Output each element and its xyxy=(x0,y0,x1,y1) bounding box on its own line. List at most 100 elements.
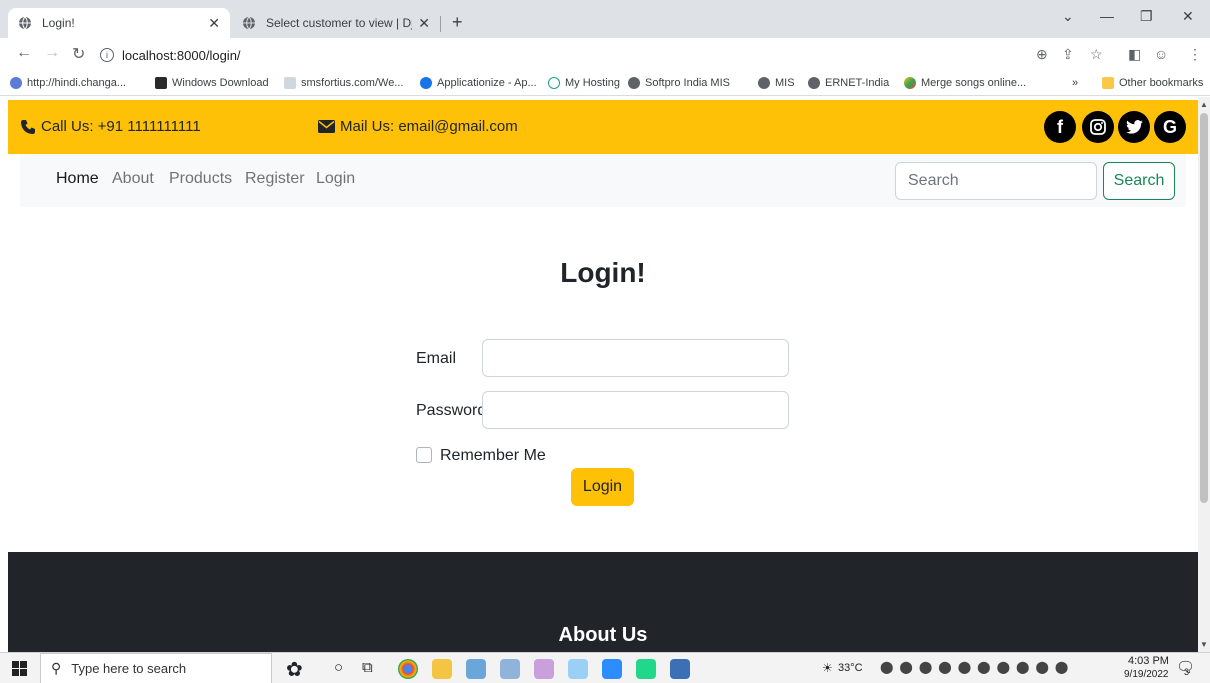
bookmark-item[interactable]: ERNET-India xyxy=(808,77,889,89)
search-button[interactable]: Search xyxy=(1103,162,1175,200)
tab-select-customer[interactable]: Select customer to view | Django ✕ xyxy=(232,8,440,38)
search-input[interactable] xyxy=(895,162,1097,200)
forward-icon[interactable]: → xyxy=(44,44,60,62)
google-icon[interactable]: G xyxy=(1154,111,1186,143)
nav-home[interactable]: Home xyxy=(56,170,99,188)
restore-icon[interactable]: ❐ xyxy=(1140,8,1153,25)
other-bookmarks[interactable]: Other bookmarks xyxy=(1102,77,1203,89)
globe-icon xyxy=(243,16,255,30)
footer: About Us xyxy=(8,552,1198,652)
login-submit-button[interactable]: Login xyxy=(571,468,634,506)
bookmarks-bar: http://hindi.changa... Windows Download … xyxy=(0,72,1210,96)
bookmark-item[interactable]: Applicationize - Ap... xyxy=(420,77,537,89)
password-label: Password xyxy=(416,402,487,419)
close-tab-icon[interactable]: ✕ xyxy=(418,15,430,32)
file-explorer-icon[interactable] xyxy=(432,659,452,679)
side-panel-icon[interactable]: ◧ xyxy=(1128,46,1141,63)
zoom-app-icon[interactable] xyxy=(602,659,622,679)
tab-login[interactable]: Login! ✕ xyxy=(8,8,230,38)
remember-me-checkbox[interactable] xyxy=(416,447,432,463)
scroll-thumb[interactable] xyxy=(1200,113,1208,503)
app-icon[interactable] xyxy=(500,659,520,679)
bookmark-item[interactable]: Windows Download xyxy=(155,77,269,89)
bookmark-favicon-icon xyxy=(904,77,916,89)
globe-icon xyxy=(628,77,640,89)
clock-time[interactable]: 4:03 PM xyxy=(1128,655,1169,667)
app-icon[interactable] xyxy=(466,659,486,679)
tab-separator xyxy=(440,16,441,32)
instagram-glyph xyxy=(1090,119,1106,135)
windows-start-icon[interactable] xyxy=(12,661,27,676)
main-navbar: Home About Products Register Login Searc… xyxy=(20,154,1186,207)
menu-kebab-icon[interactable]: ⋮ xyxy=(1188,46,1202,63)
contact-topbar: Call Us: +91 1111111111 Mail Us: email@g… xyxy=(8,100,1198,154)
browser-toolbar: ← → ↻ i localhost:8000/login/ ⊕ ⇪ ☆ ◧ ☺ … xyxy=(0,38,1210,72)
taskbar-search-input[interactable]: ⚲ Type here to search xyxy=(40,653,272,683)
app-icon[interactable] xyxy=(670,659,690,679)
page-scrollbar[interactable]: ▲ ▼ xyxy=(1198,97,1210,652)
scroll-down-icon[interactable]: ▼ xyxy=(1200,640,1208,649)
paint-icon[interactable] xyxy=(534,659,554,679)
chrome-app-icon[interactable] xyxy=(398,659,418,679)
bookmark-favicon-icon xyxy=(548,77,560,89)
bookmark-item[interactable]: Softpro India MIS xyxy=(628,77,730,89)
site-info-icon[interactable]: i xyxy=(100,48,114,62)
task-view-icon[interactable]: ⧉ xyxy=(362,659,373,676)
search-icon: ⚲ xyxy=(51,660,62,676)
close-tab-icon[interactable]: ✕ xyxy=(208,15,220,32)
weather-icon[interactable]: ☀ xyxy=(822,661,833,675)
profile-avatar-icon[interactable]: ☺ xyxy=(1154,46,1168,62)
folder-icon xyxy=(1102,77,1114,89)
reload-icon[interactable]: ↻ xyxy=(72,44,85,64)
minimize-icon[interactable]: — xyxy=(1100,8,1114,24)
twitter-icon[interactable] xyxy=(1118,111,1150,143)
scroll-up-icon[interactable]: ▲ xyxy=(1200,100,1208,109)
share-icon[interactable]: ⇪ xyxy=(1062,46,1074,63)
globe-icon xyxy=(808,77,820,89)
window-close-icon[interactable]: ✕ xyxy=(1182,8,1194,25)
clock-date[interactable]: 9/19/2022 xyxy=(1124,669,1169,680)
bookmark-item[interactable]: http://hindi.changa... xyxy=(10,77,126,89)
bookmarks-overflow-icon[interactable]: » xyxy=(1072,77,1078,89)
bookmark-item[interactable]: My Hosting xyxy=(548,77,620,89)
bookmark-star-icon[interactable]: ☆ xyxy=(1090,46,1103,63)
tab-title: Login! xyxy=(42,16,75,30)
back-icon[interactable]: ← xyxy=(16,44,32,62)
page-viewport: Call Us: +91 1111111111 Mail Us: email@g… xyxy=(8,97,1198,652)
bookmark-favicon-icon xyxy=(420,77,432,89)
bookmark-favicon-icon xyxy=(10,77,22,89)
password-field[interactable] xyxy=(482,391,789,429)
bookmark-favicon-icon xyxy=(155,77,167,89)
page-title: Login! xyxy=(560,257,646,288)
phone-icon xyxy=(21,119,35,134)
remember-me-label: Remember Me xyxy=(440,447,546,464)
globe-icon xyxy=(19,16,31,30)
mail-contact: Mail Us: email@gmail.com xyxy=(318,118,518,135)
bookmark-item[interactable]: smsfortius.com/We... xyxy=(284,77,403,89)
bookmark-item[interactable]: Merge songs online... xyxy=(904,77,1026,89)
facebook-icon[interactable]: f xyxy=(1044,111,1076,143)
twitter-glyph xyxy=(1125,120,1143,134)
url-text: localhost:8000/login/ xyxy=(122,47,241,63)
email-field[interactable] xyxy=(482,339,789,377)
nav-about[interactable]: About xyxy=(112,170,154,188)
cortana-icon[interactable]: ○ xyxy=(334,659,343,676)
nav-products[interactable]: Products xyxy=(169,170,232,188)
tab-title: Select customer to view | Django xyxy=(266,16,412,30)
footer-about-heading: About Us xyxy=(558,624,648,646)
new-tab-icon[interactable]: + xyxy=(452,12,463,33)
nav-login[interactable]: Login xyxy=(316,170,355,188)
instagram-icon[interactable] xyxy=(1082,111,1114,143)
bookmark-item[interactable]: MIS xyxy=(758,77,795,89)
email-label: Email xyxy=(416,350,457,367)
nav-register[interactable]: Register xyxy=(245,170,305,188)
temperature[interactable]: 33°C xyxy=(838,662,863,674)
bookmark-favicon-icon xyxy=(284,77,296,89)
zoom-icon[interactable]: ⊕ xyxy=(1036,46,1048,63)
pycharm-icon[interactable] xyxy=(636,659,656,679)
flower-widget-icon[interactable]: ✿ xyxy=(286,657,303,682)
app-icon[interactable] xyxy=(568,659,588,679)
address-bar[interactable]: i localhost:8000/login/ xyxy=(100,42,1060,68)
tab-search-chevron-icon[interactable]: ⌄ xyxy=(1062,8,1074,25)
system-tray-icons[interactable]: ⬤⬤⬤⬤⬤⬤⬤⬤⬤⬤ xyxy=(880,660,1074,674)
